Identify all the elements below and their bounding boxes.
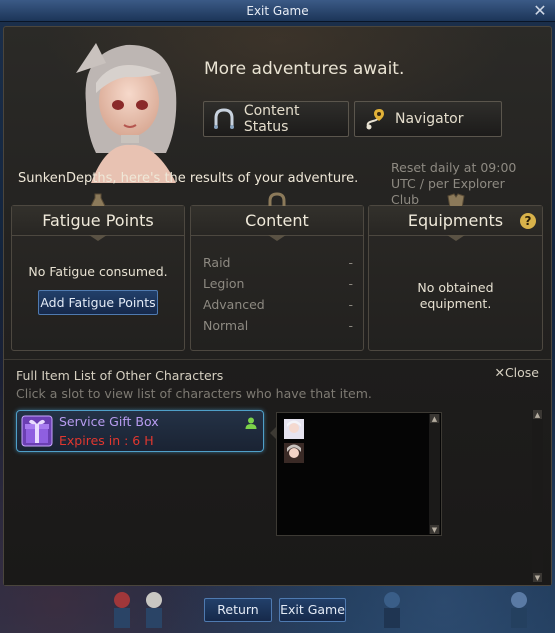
content-rows: Raid - Legion - Advanced - Normal -	[203, 252, 353, 336]
exit-dialog-frame: More adventures await. Content Status Na…	[3, 26, 552, 586]
equipments-message-line1: No obtained	[417, 280, 494, 295]
character-avatar-icon[interactable]	[284, 419, 304, 439]
content-row-label: Raid	[203, 255, 231, 270]
fatigue-points-panel: Fatigue Points No Fatigue consumed. Add …	[11, 193, 185, 351]
navigator-button[interactable]: Navigator	[354, 101, 502, 137]
item-list-subtitle: Click a slot to view list of characters …	[16, 386, 372, 401]
window-title: Exit Game	[246, 4, 309, 18]
route-pin-icon	[361, 105, 389, 133]
help-icon[interactable]: ?	[520, 213, 536, 229]
gift-box-icon	[21, 415, 53, 447]
content-row-value: -	[348, 318, 353, 333]
item-list-close-button[interactable]: ✕Close	[494, 365, 539, 380]
window-titlebar: Exit Game ✕	[0, 0, 555, 22]
item-slot[interactable]: Service Gift Box Expires in : 6 H	[16, 410, 264, 452]
scroll-down-arrow-icon[interactable]: ▼	[430, 525, 439, 534]
close-icon[interactable]: ✕	[531, 2, 549, 20]
character-list-scrollbar[interactable]: ▲ ▼	[429, 414, 440, 534]
content-row-label: Normal	[203, 318, 249, 333]
character-portrait-icon	[76, 43, 177, 183]
results-message: SunkenDepths, here's the results of your…	[18, 171, 359, 186]
reset-note-line1: Reset daily at 09:00	[391, 160, 517, 175]
content-status-label: Content Status	[243, 103, 300, 135]
exit-game-button[interactable]: Exit Game	[279, 598, 346, 622]
equipments-title: Equipments	[369, 206, 542, 241]
return-button[interactable]: Return	[204, 598, 272, 622]
snowman-decoration-icon	[114, 592, 130, 628]
content-row-value: -	[348, 255, 353, 270]
headline: More adventures await.	[204, 59, 405, 79]
equipments-panel: Equipments ? No obtained equipment.	[368, 193, 543, 351]
equipments-message: No obtained equipment.	[369, 280, 542, 312]
content-status-button[interactable]: Content Status	[203, 101, 349, 137]
content-row-normal: Normal -	[203, 315, 353, 336]
item-list-section: Full Item List of Other Characters Click…	[4, 359, 551, 585]
content-row-label: Advanced	[203, 297, 265, 312]
fatigue-message: No Fatigue consumed.	[28, 264, 168, 279]
item-expiry: Expires in : 6 H	[59, 433, 154, 448]
snowman-decoration-icon	[384, 592, 400, 628]
equipments-message-line2: equipment.	[419, 296, 492, 311]
character-avatar-icon[interactable]	[284, 443, 304, 463]
content-row-advanced: Advanced -	[203, 294, 353, 315]
user-icon	[245, 417, 257, 429]
scroll-down-arrow-icon[interactable]: ▼	[533, 573, 542, 582]
fatigue-points-title: Fatigue Points	[12, 206, 184, 241]
content-row-raid: Raid -	[203, 252, 353, 273]
horseshoe-icon	[210, 105, 238, 133]
item-list-scrollbar[interactable]: ▲ ▼	[532, 410, 543, 582]
character-list-box: ▲ ▼	[270, 412, 442, 536]
scroll-up-arrow-icon[interactable]: ▲	[430, 414, 439, 423]
content-panel: Content Raid - Legion - Advanced - Norma…	[190, 192, 364, 351]
add-fatigue-points-button[interactable]: Add Fatigue Points	[38, 290, 158, 315]
snowman-decoration-icon	[511, 592, 527, 628]
snowman-decoration-icon	[146, 592, 162, 628]
content-row-value: -	[348, 297, 353, 312]
item-list-title: Full Item List of Other Characters	[16, 368, 224, 383]
content-row-label: Legion	[203, 276, 245, 291]
content-title: Content	[191, 206, 363, 241]
scroll-up-arrow-icon[interactable]: ▲	[533, 410, 542, 419]
navigator-label: Navigator	[395, 111, 464, 127]
item-name: Service Gift Box	[59, 414, 159, 429]
content-row-value: -	[348, 276, 353, 291]
content-row-legion: Legion -	[203, 273, 353, 294]
